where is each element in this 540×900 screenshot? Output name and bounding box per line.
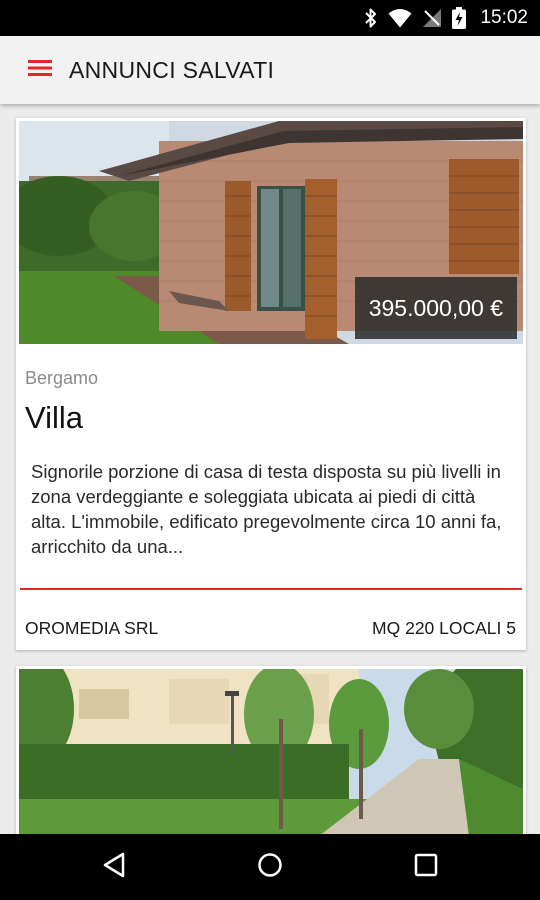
back-icon	[102, 852, 126, 883]
listing-location: Bergamo	[25, 368, 99, 388]
menu-button[interactable]	[18, 50, 62, 90]
listing-agency: OROMEDIA SRL	[25, 618, 159, 638]
home-icon	[257, 852, 283, 883]
listing-card[interactable]: 395.000,00 € Bergamo Villa Signorile por…	[16, 118, 526, 650]
bluetooth-icon	[364, 7, 378, 29]
no-signal-icon	[422, 8, 442, 28]
accent-divider	[20, 588, 522, 590]
listing-photo: 395.000,00 €	[19, 121, 523, 344]
page-title: ANNUNCI SALVATI	[69, 57, 275, 83]
listing-card[interactable]	[16, 666, 526, 834]
saved-listings: 395.000,00 € Bergamo Villa Signorile por…	[0, 104, 540, 834]
listing-specs: MQ 220 LOCALI 5	[372, 618, 516, 638]
status-clock: 15:02	[480, 7, 528, 28]
status-icons: 15:02	[364, 0, 528, 36]
status-bar: 15:02	[0, 0, 540, 36]
home-button[interactable]	[230, 834, 310, 900]
listing-photo	[19, 669, 523, 834]
listing-type: Villa	[25, 400, 84, 435]
navigation-bar	[0, 834, 540, 900]
back-button[interactable]	[74, 834, 154, 900]
recent-apps-icon	[414, 853, 438, 882]
recent-apps-button[interactable]	[386, 834, 466, 900]
wifi-icon	[388, 8, 412, 28]
hamburger-menu-icon	[28, 59, 52, 82]
battery-charging-icon	[452, 7, 467, 29]
app-bar: ANNUNCI SALVATI	[0, 36, 540, 104]
price-badge: 395.000,00 €	[354, 277, 517, 339]
listing-description: Signorile porzione di casa di testa disp…	[31, 461, 502, 557]
